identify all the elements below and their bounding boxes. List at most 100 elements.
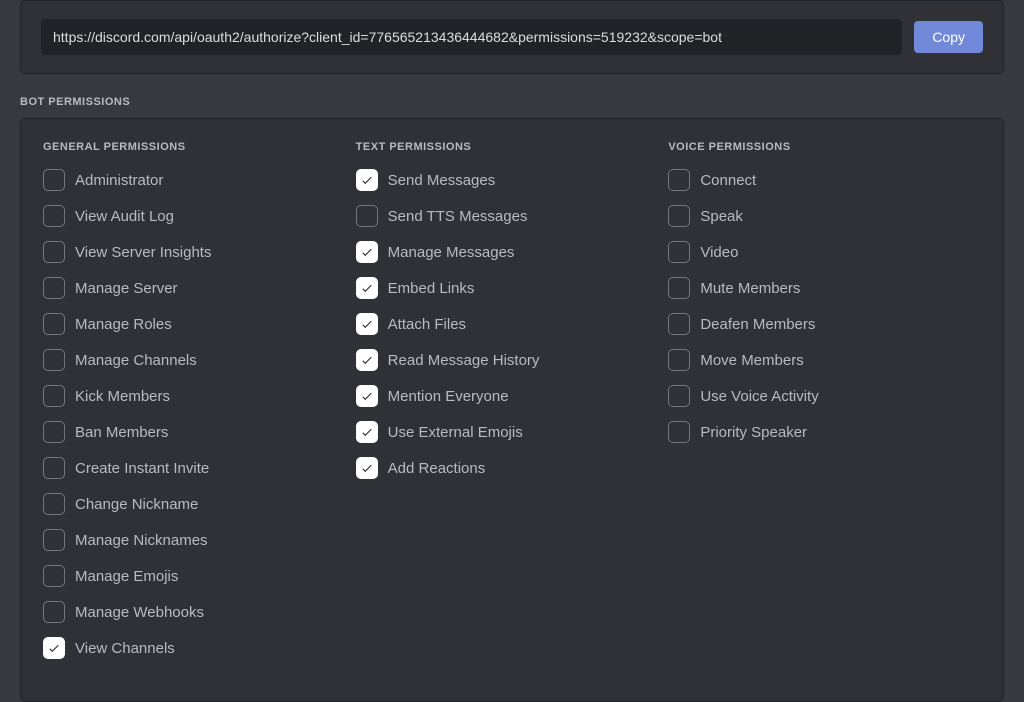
checkbox-manage-roles[interactable] [43,313,65,335]
permission-kick-members[interactable]: Kick Members [43,385,356,407]
permission-label: Administrator [75,172,163,189]
permission-read-message-history[interactable]: Read Message History [356,349,669,371]
checkbox-speak[interactable] [668,205,690,227]
permission-label: Video [700,244,738,261]
permission-connect[interactable]: Connect [668,169,981,191]
general-permissions-column: GENERAL PERMISSIONS AdministratorView Au… [43,141,356,673]
permission-label: Manage Nicknames [75,532,208,549]
voice-permissions-list: Connect Speak Video Mute Members Deafen Memb… [668,169,981,443]
voice-permissions-column: VOICE PERMISSIONS Connect Speak Video Mute … [668,141,981,673]
permission-move-members[interactable]: Move Members [668,349,981,371]
checkbox-administrator[interactable] [43,169,65,191]
checkbox-priority-speaker[interactable] [668,421,690,443]
permission-manage-emojis[interactable]: Manage Emojis [43,565,356,587]
permission-label: Send Messages [388,172,496,189]
checkbox-manage-channels[interactable] [43,349,65,371]
checkbox-use-voice-activity[interactable] [668,385,690,407]
checkbox-mute-members[interactable] [668,277,690,299]
permission-view-server-insights[interactable]: View Server Insights [43,241,356,263]
permission-ban-members[interactable]: Ban Members [43,421,356,443]
permission-label: Use Voice Activity [700,388,818,405]
permission-attach-files[interactable]: Attach Files [356,313,669,335]
permission-use-voice-activity[interactable]: Use Voice Activity [668,385,981,407]
permission-label: Manage Emojis [75,568,178,585]
permission-label: Manage Webhooks [75,604,204,621]
permission-create-instant-invite[interactable]: Create Instant Invite [43,457,356,479]
permission-video[interactable]: Video [668,241,981,263]
permission-label: Deafen Members [700,316,815,333]
permission-manage-roles[interactable]: Manage Roles [43,313,356,335]
permission-label: Send TTS Messages [388,208,528,225]
permission-label: Embed Links [388,280,475,297]
text-permissions-list: Send Messages Send TTS Messages Manage Mes… [356,169,669,479]
checkbox-view-server-insights[interactable] [43,241,65,263]
permission-label: Mute Members [700,280,800,297]
permission-label: Ban Members [75,424,168,441]
permission-use-external-emojis[interactable]: Use External Emojis [356,421,669,443]
permission-speak[interactable]: Speak [668,205,981,227]
permission-view-channels[interactable]: View Channels [43,637,356,659]
general-permissions-list: Administrator View Audit Log View Server I… [43,169,356,659]
bot-permissions-title: BOT PERMISSIONS [20,96,1004,108]
permission-label: Priority Speaker [700,424,807,441]
permission-manage-server[interactable]: Manage Server [43,277,356,299]
permission-label: Use External Emojis [388,424,523,441]
permission-label: Mention Everyone [388,388,509,405]
checkbox-embed-links[interactable] [356,277,378,299]
voice-permissions-header: VOICE PERMISSIONS [668,141,981,153]
checkbox-connect[interactable] [668,169,690,191]
checkbox-view-audit-log[interactable] [43,205,65,227]
bot-permissions-panel: GENERAL PERMISSIONS AdministratorView Au… [20,118,1004,702]
checkbox-read-message-history[interactable] [356,349,378,371]
checkbox-mention-everyone[interactable] [356,385,378,407]
permission-manage-webhooks[interactable]: Manage Webhooks [43,601,356,623]
checkbox-view-channels[interactable] [43,637,65,659]
permission-manage-messages[interactable]: Manage Messages [356,241,669,263]
permission-deafen-members[interactable]: Deafen Members [668,313,981,335]
checkbox-deafen-members[interactable] [668,313,690,335]
checkbox-send-messages[interactable] [356,169,378,191]
checkbox-add-reactions[interactable] [356,457,378,479]
permission-change-nickname[interactable]: Change Nickname [43,493,356,515]
permission-manage-nicknames[interactable]: Manage Nicknames [43,529,356,551]
checkbox-manage-emojis[interactable] [43,565,65,587]
permission-label: View Channels [75,640,175,657]
permission-manage-channels[interactable]: Manage Channels [43,349,356,371]
checkbox-change-nickname[interactable] [43,493,65,515]
permission-send-messages[interactable]: Send Messages [356,169,669,191]
permission-label: Manage Messages [388,244,515,261]
permission-view-audit-log[interactable]: View Audit Log [43,205,356,227]
checkbox-send-tts-messages[interactable] [356,205,378,227]
permission-mention-everyone[interactable]: Mention Everyone [356,385,669,407]
permission-embed-links[interactable]: Embed Links [356,277,669,299]
checkbox-attach-files[interactable] [356,313,378,335]
checkbox-kick-members[interactable] [43,385,65,407]
checkbox-use-external-emojis[interactable] [356,421,378,443]
oauth-url-input[interactable] [41,19,902,55]
permission-label: Change Nickname [75,496,198,513]
permission-administrator[interactable]: Administrator [43,169,356,191]
checkbox-manage-messages[interactable] [356,241,378,263]
permission-label: Create Instant Invite [75,460,209,477]
permission-label: Kick Members [75,388,170,405]
checkbox-create-instant-invite[interactable] [43,457,65,479]
permission-label: Manage Roles [75,316,172,333]
permission-mute-members[interactable]: Mute Members [668,277,981,299]
permission-label: Add Reactions [388,460,486,477]
checkbox-manage-webhooks[interactable] [43,601,65,623]
permission-label: Read Message History [388,352,540,369]
copy-button[interactable]: Copy [914,21,983,53]
checkbox-manage-nicknames[interactable] [43,529,65,551]
checkbox-move-members[interactable] [668,349,690,371]
permission-add-reactions[interactable]: Add Reactions [356,457,669,479]
permission-label: Manage Channels [75,352,197,369]
permission-send-tts-messages[interactable]: Send TTS Messages [356,205,669,227]
checkbox-manage-server[interactable] [43,277,65,299]
permission-label: Move Members [700,352,803,369]
checkbox-ban-members[interactable] [43,421,65,443]
oauth-url-panel: Copy [20,0,1004,74]
permission-label: View Server Insights [75,244,211,261]
checkbox-video[interactable] [668,241,690,263]
permission-priority-speaker[interactable]: Priority Speaker [668,421,981,443]
permission-label: View Audit Log [75,208,174,225]
